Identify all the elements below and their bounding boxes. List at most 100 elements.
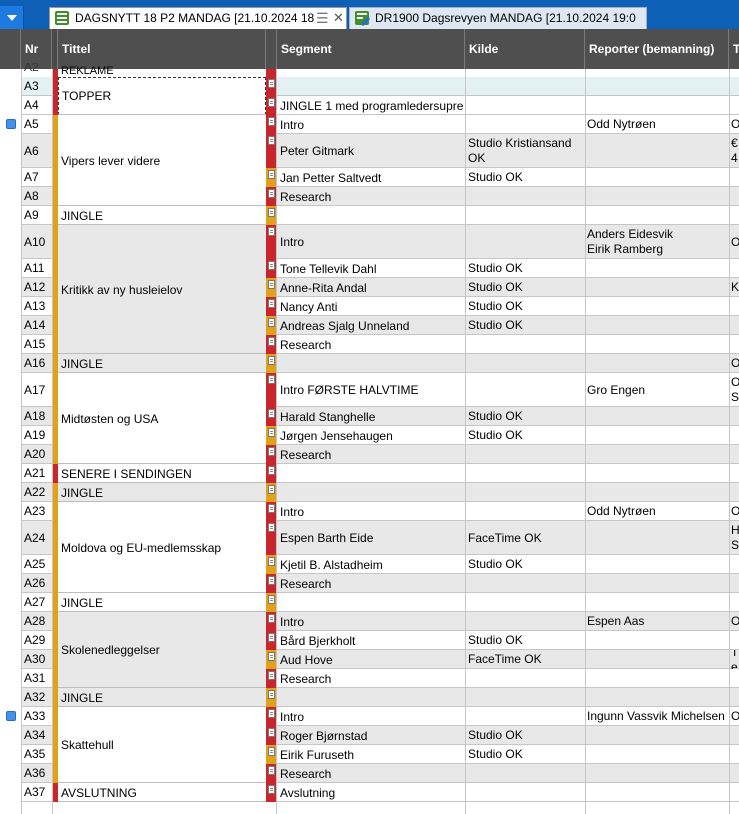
kilde-cell[interactable] — [465, 502, 584, 521]
document-icon[interactable] — [268, 280, 275, 289]
reporter-cell[interactable] — [585, 407, 728, 426]
kilde-cell[interactable] — [465, 445, 584, 464]
reporter-cell[interactable]: Odd Nytrøen — [585, 115, 728, 134]
reporter-cell[interactable] — [585, 168, 728, 187]
te-cell[interactable]: 3€ 4€ — [729, 134, 739, 168]
te-cell[interactable] — [729, 96, 739, 115]
te-cell[interactable] — [729, 593, 739, 612]
segment-cell[interactable]: Intro — [277, 707, 464, 726]
segment-cell[interactable]: Jan Petter Saltvedt — [277, 168, 464, 187]
document-icon[interactable] — [268, 299, 275, 308]
te-cell[interactable]: O — [729, 612, 739, 631]
column-header-t[interactable]: Te — [729, 29, 739, 69]
document-icon[interactable] — [268, 690, 275, 699]
kilde-cell[interactable] — [465, 688, 584, 707]
te-cell[interactable]: O — [729, 502, 739, 521]
reporter-cell[interactable] — [585, 77, 728, 96]
kilde-cell[interactable] — [465, 707, 584, 726]
reporter-cell[interactable] — [585, 316, 728, 335]
te-cell[interactable]: H S — [729, 521, 739, 555]
reporter-cell[interactable] — [585, 555, 728, 574]
segment-cell[interactable] — [277, 206, 464, 225]
document-icon[interactable] — [268, 261, 275, 270]
kilde-cell[interactable] — [465, 464, 584, 483]
document-icon[interactable] — [268, 409, 275, 418]
te-cell[interactable] — [729, 259, 739, 278]
document-icon[interactable] — [268, 633, 275, 642]
column-header-segment[interactable]: Segment — [277, 29, 465, 69]
column-header-kilde[interactable]: Kilde — [465, 29, 585, 69]
te-cell[interactable] — [729, 77, 739, 96]
document-icon[interactable] — [268, 523, 275, 532]
segment-cell[interactable]: Nancy Anti — [277, 297, 464, 316]
te-cell[interactable]: O S — [729, 373, 739, 407]
segment-cell[interactable]: Eirik Furuseth — [277, 745, 464, 764]
kilde-cell[interactable] — [465, 77, 584, 96]
kilde-cell[interactable] — [465, 335, 584, 354]
document-icon[interactable] — [268, 170, 275, 179]
kilde-cell[interactable]: Studio OK — [465, 426, 584, 445]
document-icon[interactable] — [268, 652, 275, 661]
reporter-cell[interactable] — [585, 259, 728, 278]
reporter-cell[interactable] — [585, 764, 728, 783]
kilde-cell[interactable]: Studio OK — [465, 555, 584, 574]
segment-cell[interactable]: Research — [277, 335, 464, 354]
column-header-reporter[interactable]: Reporter (bemanning) — [585, 29, 729, 69]
kilde-cell[interactable]: Studio Kristiansand OK — [465, 134, 584, 168]
segment-cell[interactable]: Research — [277, 764, 464, 783]
segment-cell[interactable] — [277, 593, 464, 612]
segment-cell[interactable]: Kjetil B. Alstadheim — [277, 555, 464, 574]
kilde-cell[interactable]: Studio OK — [465, 631, 584, 650]
row-title[interactable]: TOPPER — [58, 77, 266, 115]
segment-cell[interactable]: Intro — [277, 115, 464, 134]
document-icon[interactable] — [268, 785, 275, 794]
kilde-cell[interactable] — [465, 354, 584, 373]
reporter-cell[interactable] — [585, 445, 728, 464]
te-cell[interactable] — [729, 745, 739, 764]
kilde-cell[interactable]: Studio OK — [465, 407, 584, 426]
reporter-cell[interactable] — [585, 521, 728, 555]
document-icon[interactable] — [268, 375, 275, 384]
document-icon[interactable] — [268, 485, 275, 494]
segment-cell[interactable]: JINGLE 1 med programledersupre — [277, 96, 464, 115]
reporter-cell[interactable]: Gro Engen — [585, 373, 728, 407]
te-cell[interactable] — [729, 669, 739, 688]
te-cell[interactable] — [729, 555, 739, 574]
segment-cell[interactable]: Research — [277, 574, 464, 593]
row-title[interactable]: Kritikk av ny husleielov — [58, 225, 266, 354]
segment-cell[interactable]: Research — [277, 187, 464, 206]
reporter-cell[interactable] — [585, 650, 728, 669]
te-cell[interactable] — [729, 407, 739, 426]
te-cell[interactable] — [729, 574, 739, 593]
reporter-cell[interactable] — [585, 187, 728, 206]
tab-list-dropdown-button[interactable] — [0, 6, 24, 29]
te-cell[interactable] — [729, 206, 739, 225]
segment-cell[interactable]: Research — [277, 669, 464, 688]
document-icon[interactable] — [268, 557, 275, 566]
document-icon[interactable] — [268, 766, 275, 775]
reporter-cell[interactable] — [585, 669, 728, 688]
reporter-cell[interactable] — [585, 745, 728, 764]
kilde-cell[interactable] — [465, 483, 584, 502]
reporter-cell[interactable] — [585, 206, 728, 225]
row-title[interactable]: Moldova og EU-medlemsskap — [58, 502, 266, 593]
kilde-cell[interactable] — [465, 96, 584, 115]
row-title[interactable]: SENERE I SENDINGEN — [58, 464, 266, 483]
te-cell[interactable] — [729, 335, 739, 354]
te-cell[interactable] — [729, 483, 739, 502]
te-cell[interactable] — [729, 764, 739, 783]
document-icon[interactable] — [268, 747, 275, 756]
reporter-cell[interactable]: Ingunn Vassvik Michelsen — [585, 707, 728, 726]
document-icon[interactable] — [268, 504, 275, 513]
segment-cell[interactable]: Bård Bjerkholt — [277, 631, 464, 650]
reporter-cell[interactable]: Odd Nytrøen — [585, 502, 728, 521]
close-icon[interactable]: ✕ — [333, 8, 344, 28]
te-cell[interactable] — [729, 688, 739, 707]
reporter-cell[interactable] — [585, 688, 728, 707]
segment-cell[interactable]: Espen Barth Eide — [277, 521, 464, 555]
reporter-cell[interactable] — [585, 426, 728, 445]
te-cell[interactable] — [729, 316, 739, 335]
document-icon[interactable] — [268, 189, 275, 198]
document-icon[interactable] — [268, 136, 275, 145]
reporter-cell[interactable] — [585, 354, 728, 373]
